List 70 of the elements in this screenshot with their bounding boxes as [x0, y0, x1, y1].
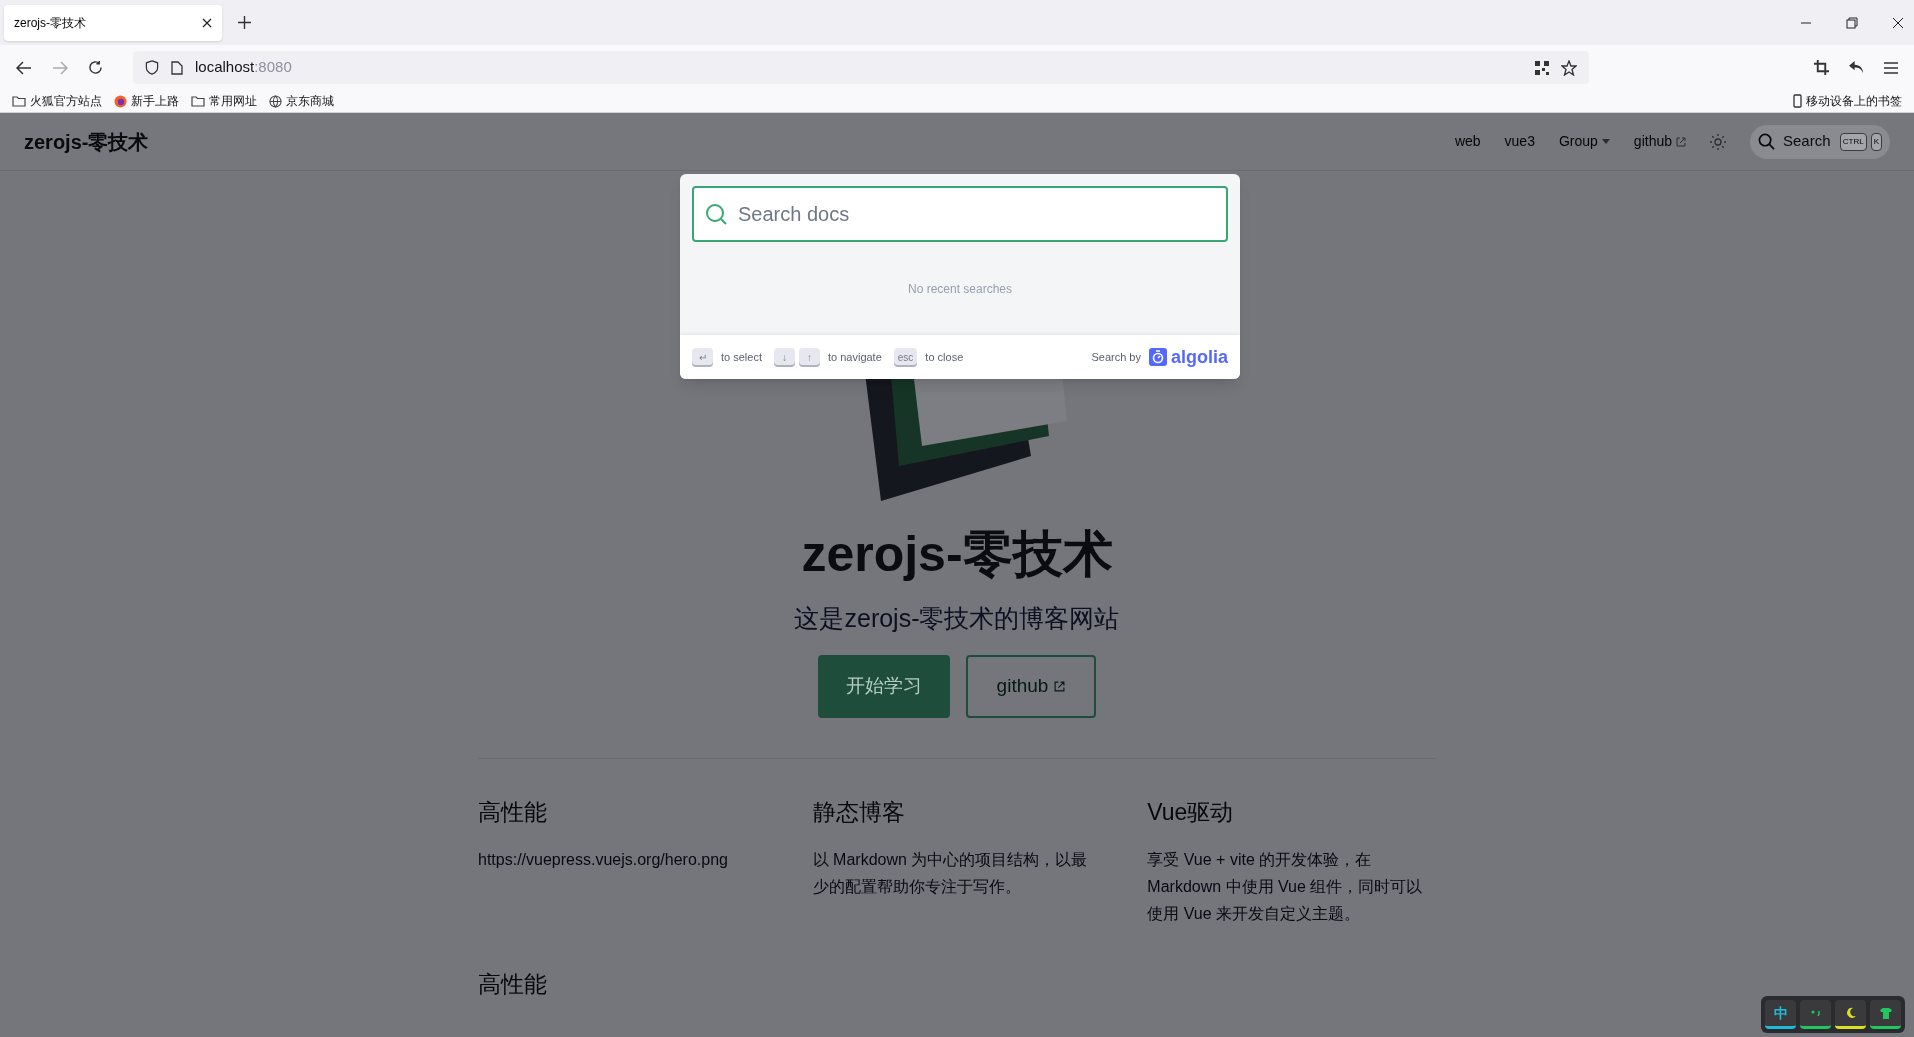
- primary-button[interactable]: 开始学习: [818, 655, 950, 718]
- input-mode-label: 中: [1773, 1003, 1788, 1023]
- site-logo[interactable]: zerojs-零技术: [24, 126, 149, 157]
- nav-link[interactable]: github: [1633, 131, 1672, 152]
- new-tab-icon[interactable]: [238, 16, 251, 29]
- keyboard-key: CTRL: [1839, 132, 1867, 151]
- search-placeholder: Search: [1783, 131, 1831, 152]
- hint-label: to navigate: [827, 349, 882, 365]
- keyboard-key: K: [1870, 132, 1882, 151]
- bookmark-link[interactable]: 火狐官方站点: [30, 92, 102, 110]
- ime-toolbar-key[interactable]: [1800, 1000, 1831, 1029]
- page-icon: [171, 60, 183, 75]
- ime-toolbar-key[interactable]: [1835, 1000, 1866, 1029]
- crop-icon[interactable]: [1814, 60, 1829, 75]
- keyboard-key: ↓: [773, 347, 795, 367]
- ime-toolbar-key[interactable]: 中: [1765, 1000, 1796, 1029]
- close-icon[interactable]: [202, 17, 212, 28]
- folder-icon: [12, 95, 26, 107]
- undo-icon[interactable]: [1849, 61, 1864, 74]
- empty-message: No recent searches: [907, 280, 1013, 298]
- search-field[interactable]: Search docs: [692, 186, 1228, 242]
- phone-icon: [1793, 94, 1802, 108]
- keyboard-key: esc: [893, 347, 918, 367]
- sun-icon[interactable]: [1710, 133, 1726, 150]
- bookmark-link[interactable]: 移动设备上的书签: [1806, 92, 1902, 110]
- hero-title: zerojs-零技术: [801, 525, 1113, 584]
- nav-link[interactable]: web: [1454, 131, 1481, 152]
- search-button[interactable]: Search CTRL K: [1750, 124, 1890, 159]
- qr-code-icon[interactable]: [1535, 60, 1549, 75]
- reload-icon[interactable]: [88, 60, 103, 75]
- ime-toolbar-key[interactable]: [1870, 1000, 1901, 1029]
- caret-icon: [1601, 139, 1610, 144]
- browser-tab[interactable]: zerojs-零技术: [4, 4, 222, 41]
- feature-title: 高性能: [478, 969, 548, 999]
- feature-title: 静态博客: [812, 798, 906, 827]
- github-button[interactable]: github: [966, 655, 1096, 718]
- brand-name: algolia: [1171, 345, 1228, 369]
- feature-title: 高性能: [478, 798, 548, 827]
- address-bar[interactable]: localhost:8080: [133, 51, 1589, 84]
- external-link-icon: [1054, 681, 1066, 692]
- hint-label: to select: [721, 349, 762, 365]
- hero-tagline: 这是zerojs-零技术的博客网站: [794, 602, 1120, 634]
- menu-icon[interactable]: [1884, 61, 1898, 74]
- star-icon[interactable]: [1561, 59, 1577, 76]
- feature-description: 享受 Vue + vite 的开发体验，在 Markdown 中使用 Vue 组件，同时可以使用 Vue 来开发自定义主题。: [1147, 849, 1424, 924]
- back-icon[interactable]: [16, 60, 32, 75]
- stopwatch-icon: [1149, 348, 1167, 366]
- shield-icon: [145, 60, 159, 75]
- feature-description: 以 Markdown 为中心的项目结构，以最少的配置帮助你专注于写作。: [812, 849, 1089, 897]
- nav-link[interactable]: Group: [1558, 131, 1598, 152]
- globe-icon: [269, 94, 282, 108]
- external-link-icon: [1676, 136, 1686, 147]
- close-icon[interactable]: [1892, 16, 1904, 29]
- search-icon: [704, 202, 728, 226]
- restore-icon[interactable]: [1846, 16, 1858, 29]
- feature-title: Vue驱动: [1147, 798, 1235, 827]
- nav-link[interactable]: vue3: [1504, 131, 1535, 152]
- url-text: localhost:8080: [195, 57, 292, 78]
- hint-label: to close: [925, 349, 964, 365]
- folder-icon: [191, 95, 205, 107]
- search-icon: [1758, 133, 1775, 150]
- bookmark-link[interactable]: 新手上路: [131, 92, 179, 110]
- keyboard-key: ↵: [692, 347, 713, 367]
- keyboard-key: ↑: [798, 347, 820, 367]
- search-by-label: Search by: [1091, 349, 1141, 365]
- tab-title: zerojs-零技术: [14, 14, 86, 32]
- bookmark-link[interactable]: 常用网址: [209, 92, 257, 110]
- browser-logo-icon: [114, 94, 127, 108]
- bookmark-link[interactable]: 京东商城: [286, 92, 334, 110]
- feature-description: https://vuepress.vuejs.org/hero.png: [478, 849, 729, 870]
